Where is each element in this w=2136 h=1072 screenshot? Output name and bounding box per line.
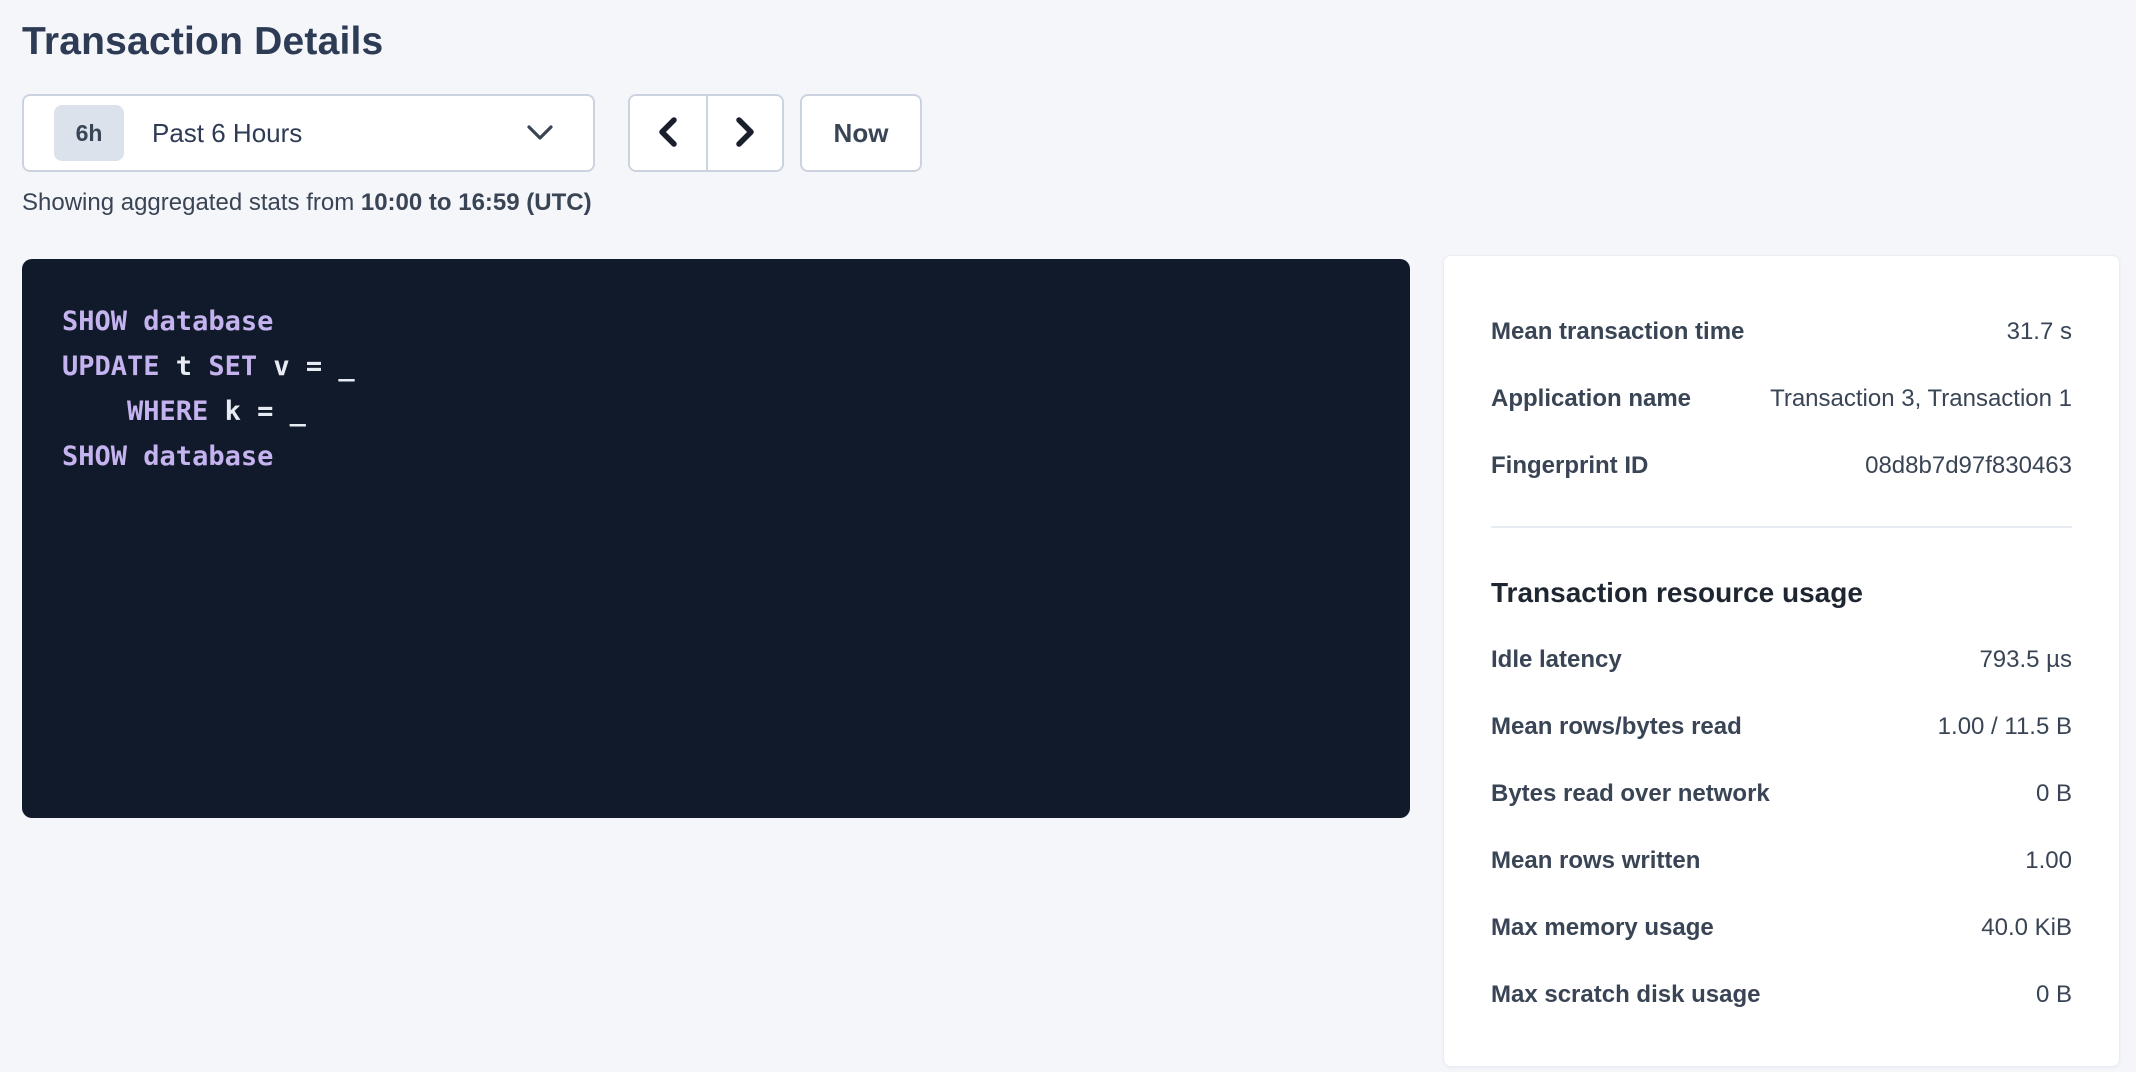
sql-text	[127, 306, 143, 337]
resource-stats-section: Idle latency 793.5 µs Mean rows/bytes read…	[1491, 626, 2072, 1028]
stat-label: Idle latency	[1491, 646, 1642, 674]
chevron-down-icon	[525, 123, 555, 143]
page-title: Transaction Details	[22, 20, 2136, 64]
stat-value: 31.7 s	[2007, 318, 2072, 346]
stat-value: 1.00	[2025, 847, 2072, 875]
sql-keyword: WHERE	[127, 396, 208, 427]
stat-row: Bytes read over network 0 B	[1491, 760, 2072, 827]
aggregation-note-range: 10:00 to 16:59 (UTC)	[361, 189, 592, 216]
stat-label: Max scratch disk usage	[1491, 981, 1780, 1009]
time-step-button-group	[628, 94, 784, 172]
sql-keyword: SET	[208, 351, 257, 382]
sql-text: k = _	[208, 396, 306, 427]
sql-keyword: database	[143, 306, 273, 337]
stat-label: Fingerprint ID	[1491, 452, 1668, 480]
stat-row: Mean rows/bytes read 1.00 / 11.5 B	[1491, 693, 2072, 760]
stat-row: Mean rows written 1.00	[1491, 827, 2072, 894]
sql-text: t	[160, 351, 209, 382]
time-controls: 6h Past 6 Hours	[22, 94, 2136, 172]
sql-text	[127, 441, 143, 472]
stat-value: 40.0 KiB	[1981, 914, 2072, 942]
aggregation-note-prefix: Showing aggregated stats from	[22, 189, 361, 216]
stat-label: Mean rows/bytes read	[1491, 713, 1762, 741]
stat-label: Application name	[1491, 385, 1711, 413]
sql-line: UPDATE t SET v = _	[62, 344, 1370, 389]
stat-value: 08d8b7d97f830463	[1865, 452, 2072, 480]
stat-row: Max scratch disk usage 0 B	[1491, 961, 2072, 1028]
stat-row: Fingerprint ID 08d8b7d97f830463	[1491, 432, 2072, 499]
stat-label: Max memory usage	[1491, 914, 1734, 942]
stat-label: Mean transaction time	[1491, 318, 1764, 346]
stat-row: Max memory usage 40.0 KiB	[1491, 894, 2072, 961]
stat-label: Mean rows written	[1491, 847, 1720, 875]
main-content: SHOW databaseUPDATE t SET v = _ WHERE k …	[22, 255, 2136, 1067]
previous-time-interval-button[interactable]	[630, 96, 706, 170]
sql-keyword: SHOW	[62, 306, 127, 337]
stat-value: 793.5 µs	[1979, 646, 2072, 674]
chevron-right-icon	[733, 116, 757, 151]
sql-statement-box: SHOW databaseUPDATE t SET v = _ WHERE k …	[22, 259, 1410, 818]
sql-text: v = _	[257, 351, 355, 382]
sql-line: SHOW database	[62, 434, 1370, 479]
sql-line: SHOW database	[62, 299, 1370, 344]
chevron-left-icon	[656, 116, 680, 151]
next-time-interval-button[interactable]	[706, 96, 782, 170]
stat-row: Idle latency 793.5 µs	[1491, 626, 2072, 693]
now-button[interactable]: Now	[800, 94, 922, 172]
summary-stats-section: Mean transaction time 31.7 s Application n…	[1491, 298, 2072, 499]
stat-value: 0 B	[2036, 780, 2072, 808]
stat-value: Transaction 3, Transaction 1	[1770, 385, 2072, 413]
time-range-badge: 6h	[54, 105, 124, 161]
sql-keyword: UPDATE	[62, 351, 160, 382]
transaction-details-page: Transaction Details 6h Past 6 Hours	[0, 0, 2136, 1067]
stat-value: 1.00 / 11.5 B	[1938, 713, 2072, 741]
time-range-label: Past 6 Hours	[152, 118, 302, 149]
stat-row: Mean transaction time 31.7 s	[1491, 298, 2072, 365]
time-range-dropdown[interactable]: 6h Past 6 Hours	[22, 94, 595, 172]
stat-value: 0 B	[2036, 981, 2072, 1009]
stat-label: Bytes read over network	[1491, 780, 1790, 808]
sql-line: WHERE k = _	[62, 389, 1370, 434]
sql-keyword: SHOW	[62, 441, 127, 472]
aggregation-note: Showing aggregated stats from 10:00 to 1…	[22, 189, 2136, 217]
transaction-details-panel: Mean transaction time 31.7 s Application n…	[1443, 255, 2120, 1067]
stat-row: Application name Transaction 3, Transacti…	[1491, 365, 2072, 432]
sql-keyword: database	[143, 441, 273, 472]
sql-text	[62, 396, 127, 427]
resource-usage-heading: Transaction resource usage	[1491, 559, 2072, 626]
panel-divider	[1491, 526, 2072, 528]
